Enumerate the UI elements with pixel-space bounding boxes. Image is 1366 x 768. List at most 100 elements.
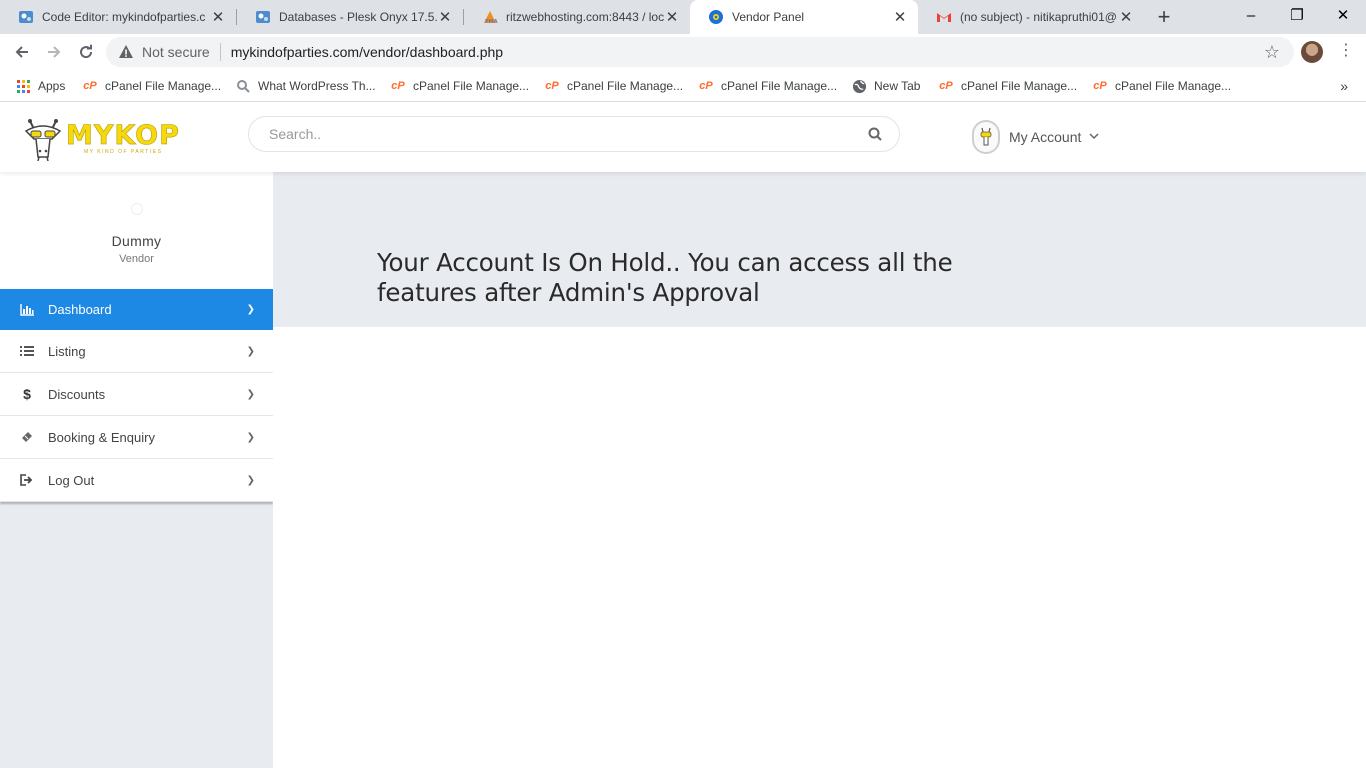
browser-tab-gmail[interactable]: (no subject) - nitikapruthi01@ ✕	[918, 0, 1144, 34]
magnifier-icon	[235, 78, 251, 94]
browser-tab-databases[interactable]: Databases - Plesk Onyx 17.5.3 ✕	[237, 0, 463, 34]
close-icon[interactable]: ✕	[210, 9, 226, 26]
account-on-hold-notice: Your Account Is On Hold.. You can access…	[377, 248, 953, 307]
menu-kebab-icon[interactable]: ⋮	[1338, 40, 1354, 60]
vendor-profile-card: Dummy Vendor	[0, 172, 273, 289]
giraffe-logo-icon	[24, 119, 62, 161]
plesk-icon	[255, 9, 271, 25]
bookmark-label: cPanel File Manage...	[567, 79, 684, 93]
list-icon	[19, 344, 35, 358]
main-content-area	[273, 327, 1366, 768]
browser-tab-vendor-panel[interactable]: Vendor Panel ✕	[690, 0, 918, 34]
bookmark-label: cPanel File Manage...	[413, 79, 530, 93]
sidebar-item-label: Dashboard	[48, 302, 112, 317]
chevron-right-icon: ❯	[246, 304, 255, 315]
sidebar-item-listing[interactable]: Listing ❯	[0, 330, 273, 373]
bookmark-cpanel[interactable]: cP cPanel File Manage...	[1092, 77, 1231, 95]
tab-title: ritzwebhosting.com:8443 / loc	[506, 10, 664, 24]
bookmark-label: What WordPress Th...	[258, 79, 376, 93]
forward-arrow-icon	[48, 46, 61, 58]
bookmark-label: cPanel File Manage...	[1115, 79, 1232, 93]
bookmarks-overflow-button[interactable]: »	[1340, 78, 1348, 94]
bookmark-label: cPanel File Manage...	[721, 79, 838, 93]
tab-title: (no subject) - nitikapruthi01@	[960, 10, 1117, 24]
ticket-icon	[19, 430, 35, 444]
back-button[interactable]	[8, 38, 36, 66]
sidebar-item-label: Listing	[48, 343, 86, 359]
close-icon[interactable]: ✕	[437, 9, 453, 26]
chevron-right-icon: ❯	[246, 388, 255, 400]
browser-toolbar: Not secure mykindofparties.com/vendor/da…	[0, 34, 1366, 70]
browser-tab-strip: Code Editor: mykindofparties.c ✕ Databas…	[0, 0, 1366, 34]
tab-title: Databases - Plesk Onyx 17.5.3	[279, 10, 437, 24]
bookmark-star-icon[interactable]: ☆	[1264, 42, 1280, 63]
account-label: My Account	[1009, 129, 1082, 145]
sign-out-icon	[19, 473, 35, 487]
omnibox-divider	[219, 43, 221, 61]
sidebar-item-logout[interactable]: Log Out ❯	[0, 459, 273, 502]
tab-title: Code Editor: mykindofparties.c	[42, 10, 206, 24]
giraffe-avatar-icon	[980, 127, 992, 146]
plesk-icon	[18, 9, 34, 25]
sidebar-item-label: Log Out	[48, 472, 95, 488]
profile-avatar[interactable]	[1301, 41, 1323, 63]
sidebar-item-booking-enquiry[interactable]: Booking & Enquiry ❯	[0, 416, 273, 459]
account-status-banner: Your Account Is On Hold.. You can access…	[273, 172, 1366, 327]
site-header: MYKOP MY KIND OF PARTIES My Account	[0, 103, 1366, 172]
bookmark-cpanel[interactable]: cP cPanel File Manage...	[698, 77, 837, 95]
cpanel-icon: cP	[699, 80, 713, 92]
bookmark-new-tab[interactable]: New Tab	[851, 77, 920, 95]
sidebar-item-discounts[interactable]: $ Discounts ❯	[0, 373, 273, 416]
minimize-button[interactable]: –	[1228, 0, 1274, 30]
close-icon[interactable]: ✕	[892, 9, 908, 26]
search-input[interactable]	[269, 126, 867, 142]
close-icon[interactable]: ✕	[1118, 9, 1134, 26]
tab-title: Vendor Panel	[732, 10, 805, 24]
cpanel-icon: cP	[939, 80, 953, 92]
gear-flower-icon	[708, 9, 724, 25]
forward-button[interactable]	[40, 38, 68, 66]
browser-tab-code-editor[interactable]: Code Editor: mykindofparties.c ✕	[0, 0, 236, 34]
chevron-down-icon	[1089, 132, 1099, 143]
vendor-role: Vendor	[119, 253, 154, 265]
chevron-right-icon: ❯	[246, 345, 255, 357]
cpanel-icon: cP	[545, 80, 559, 92]
address-bar[interactable]: Not secure mykindofparties.com/vendor/da…	[106, 37, 1294, 67]
reload-button[interactable]	[72, 38, 100, 66]
sidebar-item-dashboard[interactable]: Dashboard ❯	[0, 289, 273, 330]
close-icon[interactable]: ✕	[664, 9, 680, 26]
url-text[interactable]: mykindofparties.com/vendor/dashboard.php	[231, 44, 503, 60]
my-account-dropdown[interactable]: My Account	[972, 120, 1099, 154]
warning-triangle-icon[interactable]	[118, 44, 134, 60]
sidebar-item-label: Discounts	[48, 386, 106, 402]
back-arrow-icon	[15, 46, 28, 58]
site-logo[interactable]: MYKOP MY KIND OF PARTIES	[22, 117, 192, 161]
bookmark-apps[interactable]: Apps	[15, 77, 65, 95]
bookmark-wordpress[interactable]: What WordPress Th...	[235, 77, 376, 95]
chevron-right-icon: ❯	[246, 474, 255, 486]
cpanel-icon: cP	[83, 80, 97, 92]
security-status: Not secure	[142, 44, 210, 60]
svg-text:PMA: PMA	[485, 19, 498, 25]
vendor-sidebar: Dummy Vendor Dashboard ❯ Listing ❯ $ Dis…	[0, 172, 273, 768]
browser-tab-phpmyadmin[interactable]: PMA ritzwebhosting.com:8443 / loc ✕	[464, 0, 690, 34]
bookmark-cpanel[interactable]: cP cPanel File Manage...	[938, 77, 1077, 95]
dollar-icon: $	[23, 386, 31, 402]
restore-button[interactable]: ❐	[1274, 0, 1320, 30]
bookmark-cpanel[interactable]: cP cPanel File Manage...	[390, 77, 529, 95]
chevron-right-icon: ❯	[246, 431, 255, 443]
bookmark-cpanel[interactable]: cP cPanel File Manage...	[82, 77, 221, 95]
search-icon[interactable]	[867, 126, 883, 142]
bookmark-label: cPanel File Manage...	[961, 79, 1078, 93]
sidebar-item-label: Booking & Enquiry	[48, 429, 155, 445]
bookmark-label: New Tab	[874, 79, 921, 93]
search-box	[248, 116, 900, 152]
account-avatar	[972, 120, 1000, 154]
window-close-button[interactable]: ✕	[1320, 0, 1366, 30]
cpanel-icon: cP	[1093, 80, 1107, 92]
logo-wordmark: MYKOP	[66, 120, 180, 151]
new-tab-button[interactable]: +	[1152, 4, 1176, 29]
phpmyadmin-icon: PMA	[482, 9, 498, 25]
bookmark-label: Apps	[38, 79, 66, 93]
bookmark-cpanel[interactable]: cP cPanel File Manage...	[544, 77, 683, 95]
